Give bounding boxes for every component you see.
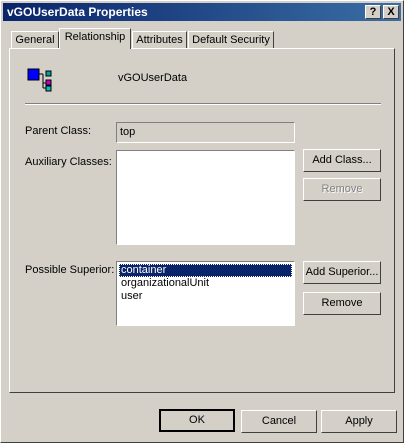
auxiliary-classes-label: Auxiliary Classes:	[25, 156, 112, 168]
list-item[interactable]: user	[119, 290, 292, 303]
possible-superior-label: Possible Superior:	[25, 264, 115, 276]
separator	[25, 103, 381, 105]
list-item[interactable]: organizationalUnit	[119, 277, 292, 290]
window-title: vGOUserData Properties	[7, 5, 148, 19]
cancel-button[interactable]: Cancel	[241, 410, 317, 433]
parent-class-field: top	[116, 122, 295, 143]
object-name: vGOUserData	[118, 72, 188, 84]
ok-button[interactable]: OK	[159, 409, 235, 432]
tab-general-label: General	[15, 34, 55, 46]
list-item[interactable]: container	[119, 264, 292, 277]
add-class-button[interactable]: Add Class...	[303, 149, 381, 172]
parent-class-value: top	[120, 126, 136, 138]
tab-general[interactable]: General	[11, 31, 59, 49]
tab-default-security-label: Default Security	[192, 34, 270, 46]
tab-relationship[interactable]: Relationship	[59, 28, 131, 49]
apply-button[interactable]: Apply	[321, 410, 397, 433]
remove-superior-button[interactable]: Remove	[303, 292, 381, 315]
auxiliary-classes-list[interactable]	[116, 150, 295, 245]
tab-attributes[interactable]: Attributes	[132, 31, 187, 49]
tab-attributes-label: Attributes	[136, 34, 183, 46]
possible-superior-list[interactable]: container organizationalUnit user	[116, 261, 295, 326]
close-button[interactable]: X	[383, 5, 399, 19]
tab-default-security[interactable]: Default Security	[188, 31, 274, 49]
help-button[interactable]: ?	[365, 5, 381, 19]
properties-dialog: vGOUserData Properties ? X General Relat…	[0, 0, 404, 443]
class-icon	[27, 68, 52, 92]
tab-relationship-label: Relationship	[64, 31, 126, 43]
parent-class-label: Parent Class:	[25, 125, 92, 137]
remove-auxiliary-button[interactable]: Remove	[303, 178, 381, 201]
title-bar[interactable]: vGOUserData Properties ? X	[3, 3, 401, 21]
add-superior-button[interactable]: Add Superior...	[303, 261, 381, 284]
